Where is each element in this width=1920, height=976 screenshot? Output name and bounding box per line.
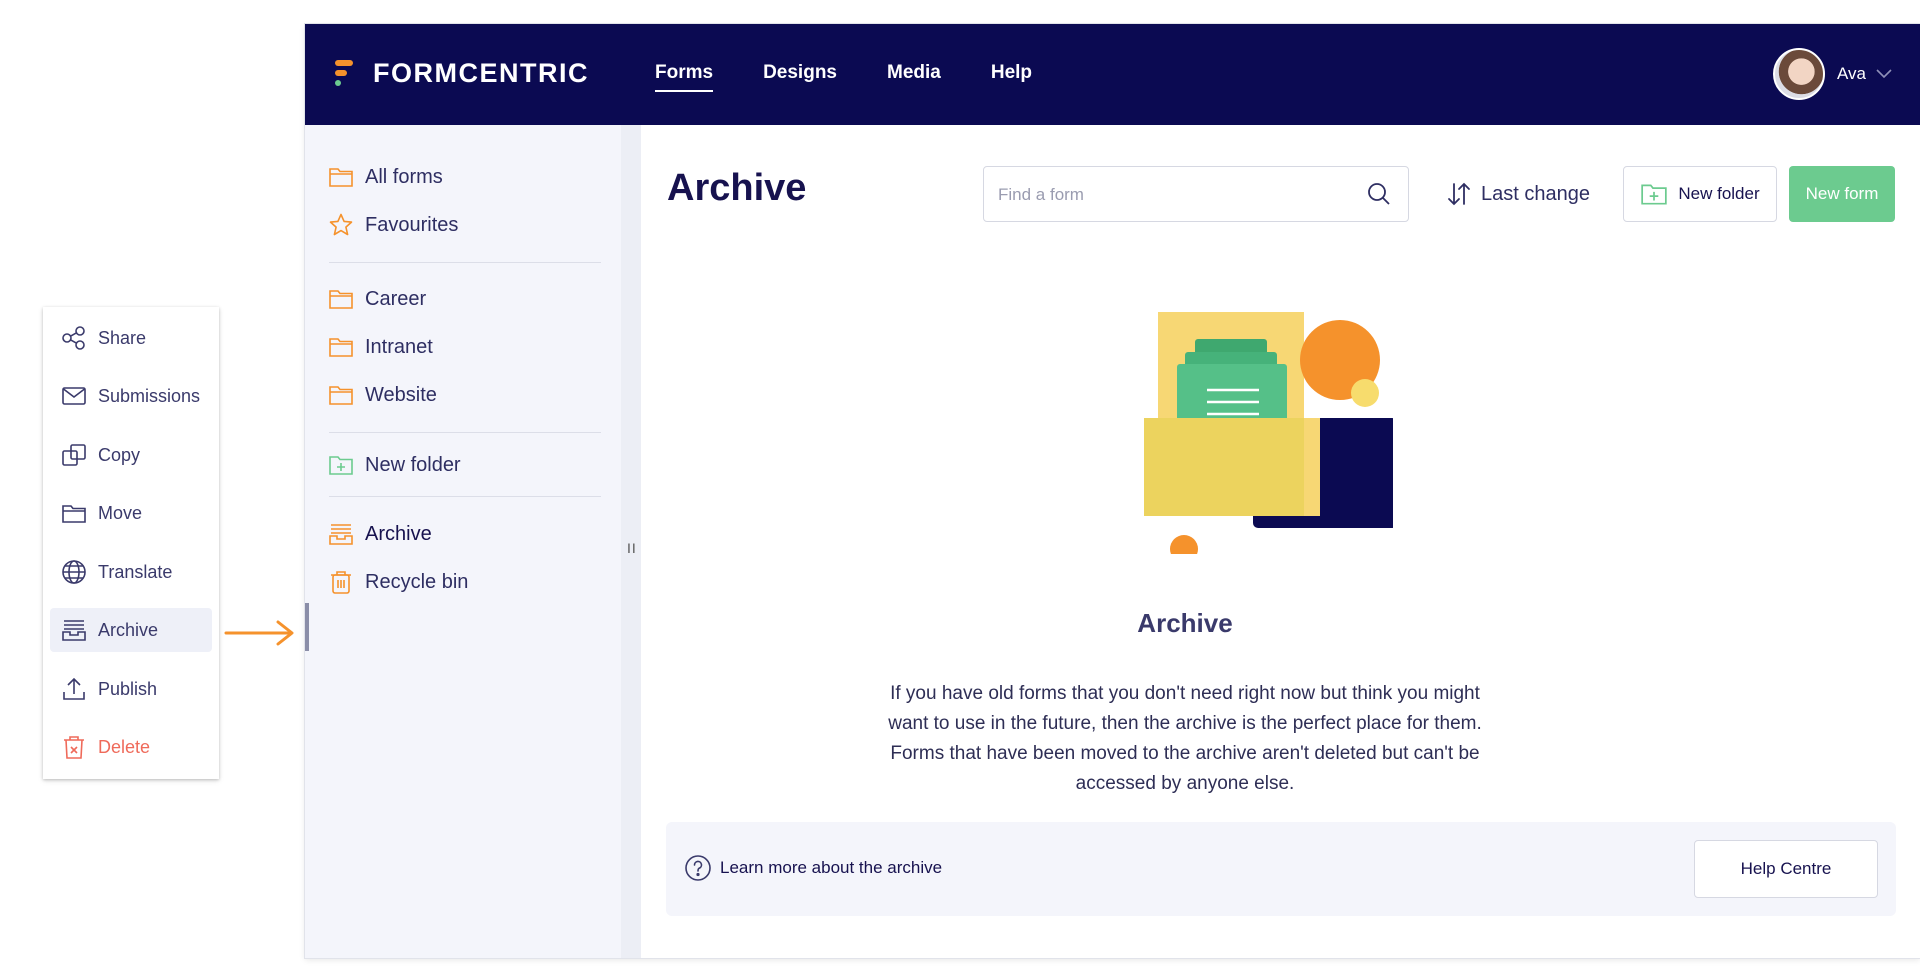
menu-item-label: Move (98, 502, 143, 523)
folder-icon (327, 381, 355, 409)
menu-item-label: Archive (98, 619, 159, 640)
menu-item-publish[interactable]: Publish (50, 667, 212, 711)
menu-item-label: Delete (98, 736, 151, 757)
sort-arrows-icon (1448, 182, 1470, 206)
nav-designs[interactable]: Designs (763, 62, 837, 92)
help-question-icon (685, 855, 711, 881)
star-icon (327, 211, 355, 239)
trash-icon (327, 568, 355, 596)
sidebar-item-label: Career (365, 287, 427, 310)
menu-item-translate[interactable]: Translate (50, 550, 212, 594)
envelope-icon (60, 382, 88, 410)
pointer-arrow-icon (224, 620, 294, 646)
menu-item-label: Publish (98, 678, 158, 699)
sidebar-item-website[interactable]: Website (327, 375, 597, 415)
empty-state-title: Archive (1137, 608, 1233, 638)
chevron-down-icon (1876, 69, 1892, 79)
search-field (983, 166, 1409, 222)
page-title: Archive (667, 167, 807, 209)
sidebar-item-label: Favourites (365, 213, 459, 236)
menu-item-share[interactable]: Share (50, 316, 212, 360)
sidebar-item-archive[interactable]: Archive (327, 514, 597, 554)
sort-label: Last change (1481, 182, 1590, 205)
menu-item-label: Submissions (98, 385, 201, 406)
formcentric-logo-icon (331, 57, 359, 89)
sidebar-item-label: Intranet (365, 335, 433, 358)
new-folder-button[interactable]: New folder (1623, 166, 1777, 222)
folder-icon (327, 285, 355, 313)
folder-plus-icon (327, 451, 355, 479)
menu-item-label: Translate (98, 561, 173, 582)
search-icon[interactable] (1366, 181, 1392, 207)
avatar (1773, 48, 1825, 100)
sidebar-item-label: New folder (365, 453, 461, 476)
menu-item-delete[interactable]: Delete (50, 725, 212, 769)
menu-item-label: Share (98, 327, 147, 348)
folder-plus-icon (1641, 184, 1668, 205)
context-menu: Share Submissions Copy Move Translate Ar… (43, 307, 219, 779)
folder-icon (327, 163, 355, 191)
nav-forms[interactable]: Forms (655, 62, 714, 92)
menu-item-label: Copy (98, 444, 141, 465)
menu-item-move[interactable]: Move (50, 491, 212, 535)
folder-icon (60, 499, 88, 527)
sidebar-item-intranet[interactable]: Intranet (327, 327, 597, 367)
app-window: FORMCENTRIC Forms Designs Media Help Ava… (305, 24, 1920, 958)
sidebar-divider (329, 496, 601, 497)
help-box: Learn more about the archive Help Centre (666, 822, 1896, 916)
sidebar-item-recycle-bin[interactable]: Recycle bin (327, 562, 597, 602)
archive-illustration (1144, 312, 1393, 554)
sidebar-item-career[interactable]: Career (327, 279, 597, 319)
help-link[interactable]: Learn more about the archive (720, 858, 942, 878)
sidebar-item-label: Website (365, 383, 437, 406)
new-form-button[interactable]: New form (1789, 166, 1895, 222)
sidebar: All forms Favourites Career Intranet Web… (305, 125, 621, 958)
copy-icon (60, 441, 88, 469)
new-folder-label: New folder (1678, 184, 1760, 203)
top-navigation-bar: FORMCENTRIC Forms Designs Media Help Ava (305, 24, 1920, 125)
menu-item-copy[interactable]: Copy (50, 433, 212, 477)
brand-name: FORMCENTRIC (373, 57, 589, 88)
sidebar-collapse-handle[interactable]: II (627, 540, 637, 556)
globe-icon (60, 558, 88, 586)
sidebar-divider (329, 262, 601, 263)
sidebar-item-label: Archive (365, 522, 432, 545)
menu-item-submissions[interactable]: Submissions (50, 374, 212, 418)
user-name: Ava (1837, 64, 1866, 83)
sort-button[interactable]: Last change (1445, 180, 1590, 208)
search-input[interactable] (998, 181, 1358, 209)
nav-help[interactable]: Help (991, 62, 1032, 92)
nav-media[interactable]: Media (887, 62, 941, 92)
user-menu[interactable]: Ava (1773, 48, 1892, 100)
menu-item-archive[interactable]: Archive (50, 608, 212, 652)
archive-icon (327, 520, 355, 548)
sidebar-new-folder[interactable]: New folder (327, 445, 597, 485)
main-nav: Forms Designs Media Help (655, 62, 1082, 92)
brand-logo[interactable]: FORMCENTRIC (331, 57, 589, 89)
help-centre-button[interactable]: Help Centre (1694, 840, 1878, 898)
trash-icon (60, 733, 88, 761)
sidebar-item-all-forms[interactable]: All forms (327, 157, 597, 197)
sidebar-divider (329, 432, 601, 433)
sidebar-item-favourites[interactable]: Favourites (327, 205, 597, 245)
sidebar-item-label: All forms (365, 165, 443, 188)
empty-state-description: If you have old forms that you don't nee… (888, 683, 1482, 794)
archive-icon (60, 616, 88, 644)
sidebar-item-label: Recycle bin (365, 570, 469, 593)
upload-icon (60, 675, 88, 703)
sidebar-active-indicator (305, 603, 309, 651)
share-icon (60, 324, 88, 352)
folder-icon (327, 333, 355, 361)
